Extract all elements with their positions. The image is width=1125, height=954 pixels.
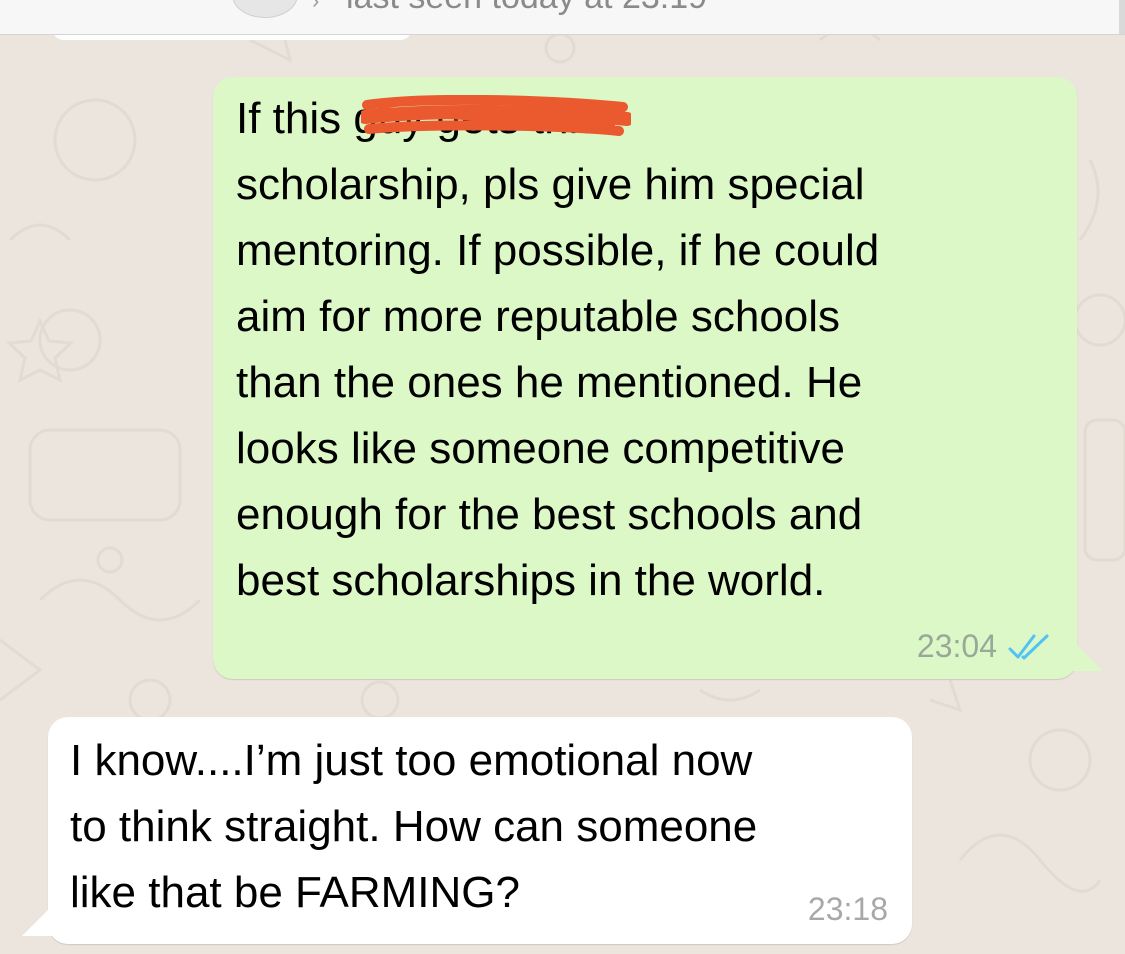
redaction-scribble	[361, 95, 631, 136]
chat-header: › last seen today at 23:19	[0, 0, 1125, 35]
last-seen-status: last seen today at 23:19	[346, 0, 707, 17]
message-text: If this guy gets this scholarship, pls g…	[236, 94, 880, 605]
bubble-tail	[22, 906, 52, 936]
message-text: I know....I’m just too emotional now to …	[70, 736, 758, 917]
message-meta: 23:18	[808, 891, 888, 928]
contact-avatar[interactable]	[232, 0, 298, 18]
incoming-message-bubble[interactable]: I know....I’m just too emotional now to …	[22, 717, 912, 944]
bubble-tail	[1073, 641, 1103, 671]
double-check-icon	[1008, 634, 1049, 659]
header-edge	[1119, 0, 1125, 34]
outgoing-message-bubble[interactable]: If this guy gets this scholarship, pls g…	[213, 77, 1103, 679]
message-meta: 23:04	[917, 628, 1051, 665]
message-time: 23:18	[807, 891, 888, 927]
message-time: 23:04	[916, 628, 997, 664]
chevron-right-icon: ›	[312, 0, 320, 13]
